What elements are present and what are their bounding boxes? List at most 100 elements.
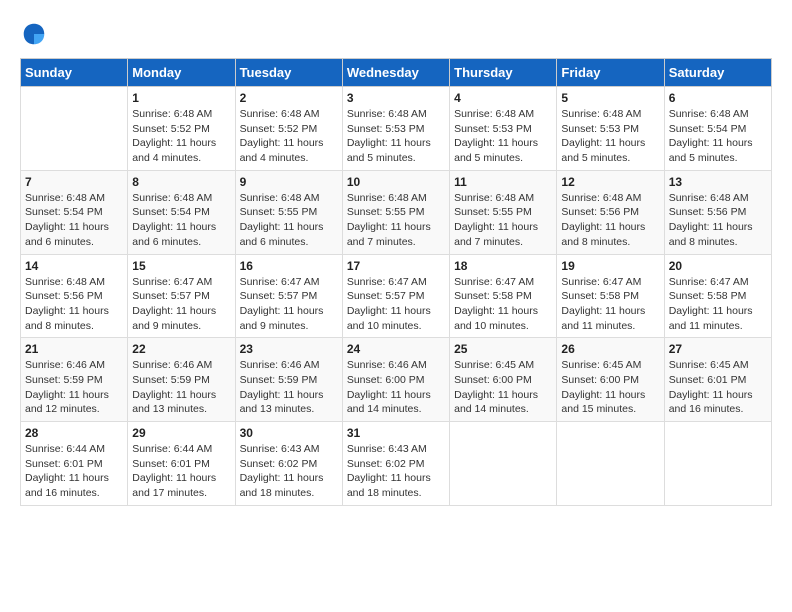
day-number: 8 xyxy=(132,175,230,189)
day-info: Sunrise: 6:47 AMSunset: 5:58 PMDaylight:… xyxy=(669,275,767,334)
day-header-friday: Friday xyxy=(557,59,664,87)
logo-icon xyxy=(20,20,48,48)
days-header-row: SundayMondayTuesdayWednesdayThursdayFrid… xyxy=(21,59,772,87)
calendar-cell: 7 Sunrise: 6:48 AMSunset: 5:54 PMDaylight… xyxy=(21,170,128,254)
day-number: 24 xyxy=(347,342,445,356)
calendar-cell: 9 Sunrise: 6:48 AMSunset: 5:55 PMDaylight… xyxy=(235,170,342,254)
day-number: 11 xyxy=(454,175,552,189)
day-info: Sunrise: 6:48 AMSunset: 5:55 PMDaylight:… xyxy=(454,191,552,250)
day-header-wednesday: Wednesday xyxy=(342,59,449,87)
calendar-cell: 16Sunrise: 6:47 AMSunset: 5:57 PMDayligh… xyxy=(235,254,342,338)
day-info: Sunrise: 6:44 AMSunset: 6:01 PMDaylight:… xyxy=(132,442,230,501)
calendar-cell: 30Sunrise: 6:43 AMSunset: 6:02 PMDayligh… xyxy=(235,422,342,506)
day-info: Sunrise: 6:45 AMSunset: 6:00 PMDaylight:… xyxy=(454,358,552,417)
day-info: Sunrise: 6:48 AMSunset: 5:53 PMDaylight:… xyxy=(454,107,552,166)
week-row-5: 28 Sunrise: 6:44 AMSunset: 6:01 PMDayligh… xyxy=(21,422,772,506)
day-header-thursday: Thursday xyxy=(450,59,557,87)
calendar-table: SundayMondayTuesdayWednesdayThursdayFrid… xyxy=(20,58,772,506)
calendar-cell: 5 Sunrise: 6:48 AMSunset: 5:53 PMDaylight… xyxy=(557,87,664,171)
day-number: 5 xyxy=(561,91,659,105)
day-header-sunday: Sunday xyxy=(21,59,128,87)
day-info: Sunrise: 6:48 AMSunset: 5:53 PMDaylight:… xyxy=(347,107,445,166)
calendar-cell: 29 Sunrise: 6:44 AMSunset: 6:01 PMDayligh… xyxy=(128,422,235,506)
day-number: 14 xyxy=(25,259,123,273)
day-info: Sunrise: 6:45 AMSunset: 6:01 PMDaylight:… xyxy=(669,358,767,417)
day-header-monday: Monday xyxy=(128,59,235,87)
calendar-cell: 17 Sunrise: 6:47 AMSunset: 5:57 PMDayligh… xyxy=(342,254,449,338)
calendar-cell: 14 Sunrise: 6:48 AMSunset: 5:56 PMDayligh… xyxy=(21,254,128,338)
day-header-tuesday: Tuesday xyxy=(235,59,342,87)
calendar-cell xyxy=(557,422,664,506)
day-number: 18 xyxy=(454,259,552,273)
day-info: Sunrise: 6:43 AMSunset: 6:02 PMDaylight:… xyxy=(240,442,338,501)
day-info: Sunrise: 6:48 AMSunset: 5:56 PMDaylight:… xyxy=(25,275,123,334)
day-info: Sunrise: 6:46 AMSunset: 5:59 PMDaylight:… xyxy=(25,358,123,417)
day-header-saturday: Saturday xyxy=(664,59,771,87)
calendar-cell: 1 Sunrise: 6:48 AMSunset: 5:52 PMDaylight… xyxy=(128,87,235,171)
day-info: Sunrise: 6:45 AMSunset: 6:00 PMDaylight:… xyxy=(561,358,659,417)
day-info: Sunrise: 6:47 AMSunset: 5:57 PMDaylight:… xyxy=(132,275,230,334)
week-row-2: 7 Sunrise: 6:48 AMSunset: 5:54 PMDaylight… xyxy=(21,170,772,254)
day-info: Sunrise: 6:43 AMSunset: 6:02 PMDaylight:… xyxy=(347,442,445,501)
calendar-cell: 23Sunrise: 6:46 AMSunset: 5:59 PMDayligh… xyxy=(235,338,342,422)
day-number: 28 xyxy=(25,426,123,440)
day-number: 9 xyxy=(240,175,338,189)
day-number: 29 xyxy=(132,426,230,440)
day-info: Sunrise: 6:48 AMSunset: 5:54 PMDaylight:… xyxy=(132,191,230,250)
day-number: 15 xyxy=(132,259,230,273)
calendar-cell: 19 Sunrise: 6:47 AMSunset: 5:58 PMDayligh… xyxy=(557,254,664,338)
week-row-4: 21 Sunrise: 6:46 AMSunset: 5:59 PMDayligh… xyxy=(21,338,772,422)
logo xyxy=(20,20,52,48)
day-info: Sunrise: 6:47 AMSunset: 5:58 PMDaylight:… xyxy=(561,275,659,334)
day-info: Sunrise: 6:48 AMSunset: 5:54 PMDaylight:… xyxy=(25,191,123,250)
week-row-3: 14 Sunrise: 6:48 AMSunset: 5:56 PMDayligh… xyxy=(21,254,772,338)
calendar-cell: 4 Sunrise: 6:48 AMSunset: 5:53 PMDaylight… xyxy=(450,87,557,171)
calendar-cell: 11 Sunrise: 6:48 AMSunset: 5:55 PMDayligh… xyxy=(450,170,557,254)
day-info: Sunrise: 6:48 AMSunset: 5:56 PMDaylight:… xyxy=(561,191,659,250)
day-info: Sunrise: 6:46 AMSunset: 5:59 PMDaylight:… xyxy=(132,358,230,417)
day-number: 20 xyxy=(669,259,767,273)
day-number: 21 xyxy=(25,342,123,356)
day-number: 26 xyxy=(561,342,659,356)
day-number: 17 xyxy=(347,259,445,273)
day-info: Sunrise: 6:47 AMSunset: 5:57 PMDaylight:… xyxy=(240,275,338,334)
day-info: Sunrise: 6:48 AMSunset: 5:52 PMDaylight:… xyxy=(132,107,230,166)
day-info: Sunrise: 6:47 AMSunset: 5:58 PMDaylight:… xyxy=(454,275,552,334)
calendar-cell: 13Sunrise: 6:48 AMSunset: 5:56 PMDayligh… xyxy=(664,170,771,254)
day-number: 1 xyxy=(132,91,230,105)
day-number: 12 xyxy=(561,175,659,189)
calendar-cell: 18 Sunrise: 6:47 AMSunset: 5:58 PMDayligh… xyxy=(450,254,557,338)
calendar-cell: 25 Sunrise: 6:45 AMSunset: 6:00 PMDayligh… xyxy=(450,338,557,422)
day-number: 4 xyxy=(454,91,552,105)
page-header xyxy=(20,20,772,48)
day-info: Sunrise: 6:48 AMSunset: 5:52 PMDaylight:… xyxy=(240,107,338,166)
day-info: Sunrise: 6:46 AMSunset: 6:00 PMDaylight:… xyxy=(347,358,445,417)
calendar-cell: 15 Sunrise: 6:47 AMSunset: 5:57 PMDayligh… xyxy=(128,254,235,338)
day-number: 23 xyxy=(240,342,338,356)
calendar-cell: 20 Sunrise: 6:47 AMSunset: 5:58 PMDayligh… xyxy=(664,254,771,338)
day-info: Sunrise: 6:47 AMSunset: 5:57 PMDaylight:… xyxy=(347,275,445,334)
day-number: 25 xyxy=(454,342,552,356)
calendar-cell xyxy=(664,422,771,506)
day-info: Sunrise: 6:48 AMSunset: 5:55 PMDaylight:… xyxy=(240,191,338,250)
calendar-cell xyxy=(450,422,557,506)
day-number: 27 xyxy=(669,342,767,356)
calendar-cell: 21 Sunrise: 6:46 AMSunset: 5:59 PMDayligh… xyxy=(21,338,128,422)
day-info: Sunrise: 6:48 AMSunset: 5:55 PMDaylight:… xyxy=(347,191,445,250)
day-number: 13 xyxy=(669,175,767,189)
calendar-cell: 24 Sunrise: 6:46 AMSunset: 6:00 PMDayligh… xyxy=(342,338,449,422)
calendar-cell: 27 Sunrise: 6:45 AMSunset: 6:01 PMDayligh… xyxy=(664,338,771,422)
day-info: Sunrise: 6:48 AMSunset: 5:53 PMDaylight:… xyxy=(561,107,659,166)
day-number: 22 xyxy=(132,342,230,356)
day-info: Sunrise: 6:44 AMSunset: 6:01 PMDaylight:… xyxy=(25,442,123,501)
calendar-cell: 31 Sunrise: 6:43 AMSunset: 6:02 PMDayligh… xyxy=(342,422,449,506)
day-number: 6 xyxy=(669,91,767,105)
calendar-cell xyxy=(21,87,128,171)
day-number: 2 xyxy=(240,91,338,105)
calendar-cell: 26 Sunrise: 6:45 AMSunset: 6:00 PMDayligh… xyxy=(557,338,664,422)
calendar-cell: 10Sunrise: 6:48 AMSunset: 5:55 PMDayligh… xyxy=(342,170,449,254)
calendar-cell: 22 Sunrise: 6:46 AMSunset: 5:59 PMDayligh… xyxy=(128,338,235,422)
day-number: 19 xyxy=(561,259,659,273)
day-number: 31 xyxy=(347,426,445,440)
day-number: 7 xyxy=(25,175,123,189)
